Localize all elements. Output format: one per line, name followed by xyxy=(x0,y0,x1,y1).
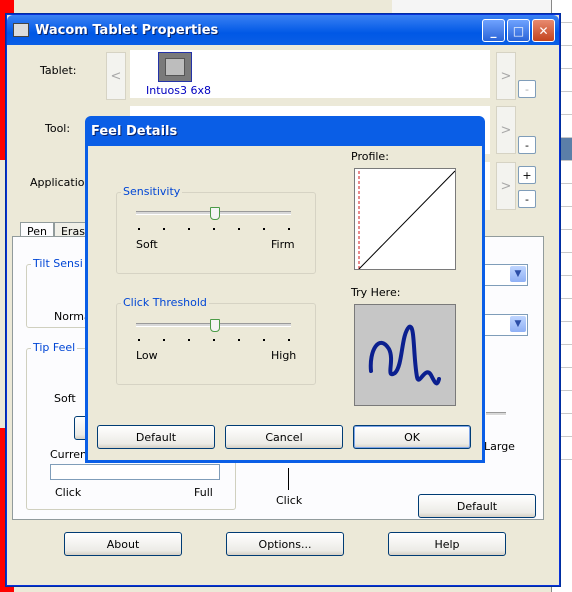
slider-tick xyxy=(213,228,215,230)
sensitivity-max-label: Firm xyxy=(271,238,295,251)
options-button[interactable]: Options... xyxy=(226,532,344,556)
window-title: Wacom Tablet Properties xyxy=(35,22,219,38)
pen-default-button[interactable]: Default xyxy=(418,494,536,518)
slider-tick xyxy=(263,228,265,230)
dialog-ok-button[interactable]: OK xyxy=(353,425,471,449)
try-here-pad[interactable] xyxy=(354,304,456,406)
application-scroll-right-button[interactable]: > xyxy=(496,162,516,210)
slider-tick xyxy=(188,228,190,230)
chevron-down-icon: ▼ xyxy=(510,266,526,282)
tablet-caption: Intuos3 6x8 xyxy=(146,84,211,97)
tablet-scroll-right-button[interactable]: > xyxy=(496,52,516,100)
slider-tick xyxy=(213,339,215,341)
profile-curve xyxy=(358,170,455,269)
full-label: Full xyxy=(194,486,213,499)
dialog-cancel-button[interactable]: Cancel xyxy=(225,425,343,449)
click-indicator-line xyxy=(288,468,289,490)
slider-tick xyxy=(188,339,190,341)
slider-tick xyxy=(138,339,140,341)
click-threshold-label: Click Threshold xyxy=(121,296,209,309)
pressure-profile-graph xyxy=(354,168,456,270)
click-bottom-label: Click xyxy=(276,494,303,507)
tip-feel-label: Tip Feel xyxy=(31,341,78,354)
about-button[interactable]: About xyxy=(64,532,182,556)
click-threshold-min-label: Low xyxy=(136,349,158,362)
slider-tick xyxy=(238,228,240,230)
sensitivity-label: Sensitivity xyxy=(121,185,183,198)
help-button[interactable]: Help xyxy=(388,532,506,556)
tool-scroll-right-button[interactable]: > xyxy=(496,106,516,154)
sensitivity-min-label: Soft xyxy=(136,238,158,251)
profile-label: Profile: xyxy=(351,150,389,163)
click-label: Click xyxy=(55,486,82,499)
tip-button-combo[interactable]: ▼ xyxy=(480,264,528,286)
close-icon: ✕ xyxy=(538,23,549,38)
eraser-button-combo[interactable]: ▼ xyxy=(480,314,528,336)
slider-tick xyxy=(138,228,140,230)
large-label: Large xyxy=(484,440,515,453)
tool-label: Tool: xyxy=(45,122,71,135)
slider-tick xyxy=(163,339,165,341)
tablet-label: Tablet: xyxy=(40,64,77,77)
maximize-icon: □ xyxy=(512,23,525,38)
chevron-down-icon: ▼ xyxy=(510,316,526,332)
double-click-slider-track[interactable] xyxy=(486,412,506,416)
minimize-icon: _ xyxy=(490,23,497,38)
title-bar[interactable]: Wacom Tablet Properties xyxy=(7,15,559,45)
minimize-button[interactable]: _ xyxy=(482,19,505,42)
click-threshold-slider-thumb[interactable] xyxy=(210,319,220,332)
tilt-sensitivity-label: Tilt Sensi xyxy=(31,257,85,270)
click-threshold-max-label: High xyxy=(271,349,297,362)
app-icon xyxy=(13,23,29,37)
sensitivity-group: Sensitivity xyxy=(116,185,316,274)
application-remove-button[interactable]: - xyxy=(518,190,536,208)
try-here-label: Try Here: xyxy=(351,286,401,299)
slider-tick xyxy=(288,339,290,341)
tip-soft-label: Soft xyxy=(54,392,76,405)
slider-tick xyxy=(263,339,265,341)
tool-remove-button[interactable]: - xyxy=(518,136,536,154)
close-button[interactable]: ✕ xyxy=(532,19,555,42)
dialog-title[interactable]: Feel Details xyxy=(85,116,485,146)
pen-stroke-sample xyxy=(368,324,441,386)
current-pressure-bar xyxy=(50,464,220,480)
maximize-button[interactable]: □ xyxy=(507,19,530,42)
click-threshold-group: Click Threshold xyxy=(116,296,316,385)
slider-tick xyxy=(238,339,240,341)
dialog-default-button[interactable]: Default xyxy=(97,425,215,449)
tablet-scroll-left-button[interactable]: < xyxy=(106,52,126,100)
slider-tick xyxy=(163,228,165,230)
application-add-button[interactable]: + xyxy=(518,166,536,184)
slider-tick xyxy=(288,228,290,230)
sensitivity-slider-thumb[interactable] xyxy=(210,207,220,220)
tablet-icon[interactable] xyxy=(158,52,192,82)
tablet-remove-button[interactable]: - xyxy=(518,80,536,98)
